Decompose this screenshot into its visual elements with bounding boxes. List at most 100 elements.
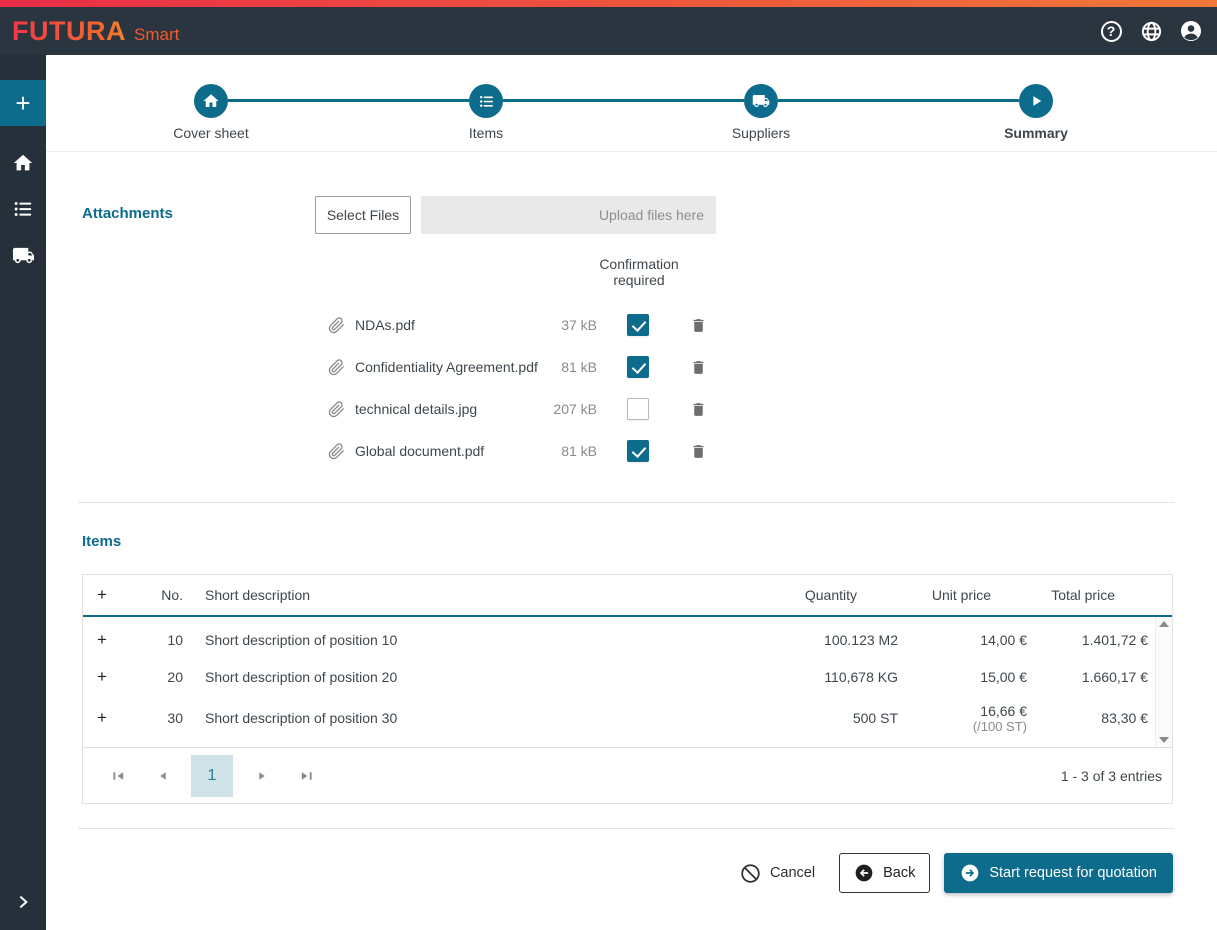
items-table: + No. Short description Quantity Unit pr… [82, 574, 1173, 804]
upload-dropzone[interactable]: Upload files here [421, 196, 716, 234]
expand-row-button[interactable]: + [97, 630, 107, 649]
attachment-row: technical details.jpg 207 kB [328, 388, 1173, 430]
chevron-right-icon [19, 895, 28, 909]
attachment-row: NDAs.pdf 37 kB [328, 304, 1173, 346]
brand-accent-strip [0, 0, 1217, 7]
sidebar-item-home[interactable] [0, 140, 46, 186]
stepper-step-suppliers[interactable]: Suppliers [691, 84, 831, 141]
confirmation-checkbox[interactable] [627, 314, 649, 336]
item-unit-price: 14,00 € [980, 631, 1027, 648]
expand-row-button[interactable]: + [97, 708, 107, 727]
section-divider [78, 502, 1175, 503]
items-section: Items + No. Short description Quantity U… [46, 533, 1217, 804]
attachments-title: Attachments [82, 205, 173, 222]
main-content: Cover sheet Items Suppliers Summary Atta… [46, 55, 1217, 930]
stepper-step-label: Suppliers [731, 125, 791, 141]
footer-actions: Cancel Back Start request for quotation [46, 853, 1217, 893]
app-header: FUTURA Smart ? [0, 7, 1217, 55]
play-icon [1019, 84, 1053, 118]
attachment-file-list: NDAs.pdf 37 kB Confidentiality Agreement… [82, 304, 1173, 472]
language-globe-icon[interactable] [1139, 19, 1163, 43]
column-header-no: No. [161, 587, 183, 603]
section-divider [78, 828, 1175, 829]
forward-arrow-icon [962, 864, 979, 882]
scroll-down-icon[interactable] [1159, 737, 1169, 743]
item-row: + 20 Short description of position 20 11… [83, 658, 1155, 695]
sidebar-item-suppliers[interactable] [0, 232, 46, 278]
wizard-stepper: Cover sheet Items Suppliers Summary [46, 55, 1217, 152]
sidebar-expand-button[interactable] [0, 882, 46, 922]
item-quantity: 110,678 KG [824, 668, 898, 685]
stepper-step-items[interactable]: Items [416, 84, 556, 141]
list-icon [14, 202, 32, 216]
item-quantity: 100.123 M2 [824, 631, 898, 648]
back-button[interactable]: Back [839, 853, 931, 893]
confirmation-required-header: Confirmation required [599, 256, 679, 288]
first-page-button[interactable] [103, 770, 133, 782]
app-logo: FUTURA Smart [12, 16, 179, 47]
column-header-total-price: Total price [1051, 587, 1115, 603]
confirmation-checkbox[interactable] [627, 398, 649, 420]
delete-attachment-icon[interactable] [690, 400, 707, 419]
items-title: Items [82, 533, 122, 550]
item-total-price: 83,30 € [1101, 710, 1148, 726]
attachment-name: NDAs.pdf [355, 317, 415, 333]
sidebar: + [0, 55, 46, 930]
home-icon [194, 84, 228, 118]
attachment-size: 81 kB [561, 359, 597, 375]
last-page-button[interactable] [291, 770, 321, 782]
item-row: + 10 Short description of position 10 10… [83, 621, 1155, 658]
stepper-step-label: Cover sheet [173, 125, 249, 141]
item-description: Short description of position 30 [205, 710, 398, 726]
item-quantity: 500 ST [852, 710, 898, 726]
delete-attachment-icon[interactable] [690, 316, 707, 335]
attachments-section: Attachments Select Files Upload files he… [46, 196, 1217, 472]
stepper-step-label: Summary [1004, 125, 1068, 141]
paperclip-icon [328, 400, 355, 418]
list-icon [469, 84, 503, 118]
item-description: Short description of position 10 [205, 631, 398, 648]
item-unit-price: 16,66 € (/100 ST) [905, 703, 1035, 734]
column-header-unit-price: Unit price [931, 587, 991, 603]
column-header-quantity: Quantity [804, 587, 857, 603]
item-description: Short description of position 20 [205, 668, 398, 685]
home-icon [13, 154, 33, 171]
attachment-name: technical details.jpg [355, 401, 478, 417]
expand-all-button[interactable]: + [83, 585, 123, 605]
confirmation-checkbox[interactable] [627, 440, 649, 462]
column-header-description: Short description [205, 587, 311, 603]
stepper-step-cover-sheet[interactable]: Cover sheet [141, 84, 281, 141]
item-no: 10 [167, 631, 183, 648]
logo-text: FUTURA [12, 15, 126, 46]
account-icon[interactable] [1179, 19, 1203, 43]
next-page-button[interactable] [247, 770, 277, 782]
table-pagination: 1 1 - 3 of 3 entries [83, 747, 1172, 803]
paperclip-icon [328, 442, 355, 460]
page-number-button[interactable]: 1 [191, 754, 233, 797]
pagination-summary: 1 - 3 of 3 entries [1060, 767, 1162, 784]
paperclip-icon [328, 358, 355, 376]
delete-attachment-icon[interactable] [690, 442, 707, 461]
attachment-name: Global document.pdf [355, 443, 485, 459]
attachment-size: 37 kB [561, 317, 597, 333]
stepper-step-summary[interactable]: Summary [966, 84, 1106, 141]
scroll-up-icon[interactable] [1159, 621, 1169, 627]
table-scrollbar[interactable] [1155, 617, 1172, 747]
cancel-button[interactable]: Cancel [730, 853, 825, 893]
start-request-button[interactable]: Start request for quotation [944, 853, 1173, 893]
paperclip-icon [328, 316, 355, 334]
expand-row-button[interactable]: + [97, 667, 107, 686]
item-row: + 30 Short description of position 30 50… [83, 695, 1155, 741]
truck-icon [12, 247, 34, 263]
confirmation-checkbox[interactable] [627, 356, 649, 378]
create-new-button[interactable]: + [0, 80, 46, 126]
previous-page-button[interactable] [147, 770, 177, 782]
attachment-row: Global document.pdf 81 kB [328, 430, 1173, 472]
delete-attachment-icon[interactable] [690, 358, 707, 377]
select-files-button[interactable]: Select Files [315, 196, 411, 234]
sidebar-item-items[interactable] [0, 186, 46, 232]
attachment-name: Confidentiality Agreement.pdf [355, 359, 538, 375]
back-arrow-icon [855, 864, 873, 882]
unit-price-note: (/100 ST) [972, 718, 1027, 734]
help-icon[interactable]: ? [1099, 19, 1123, 43]
